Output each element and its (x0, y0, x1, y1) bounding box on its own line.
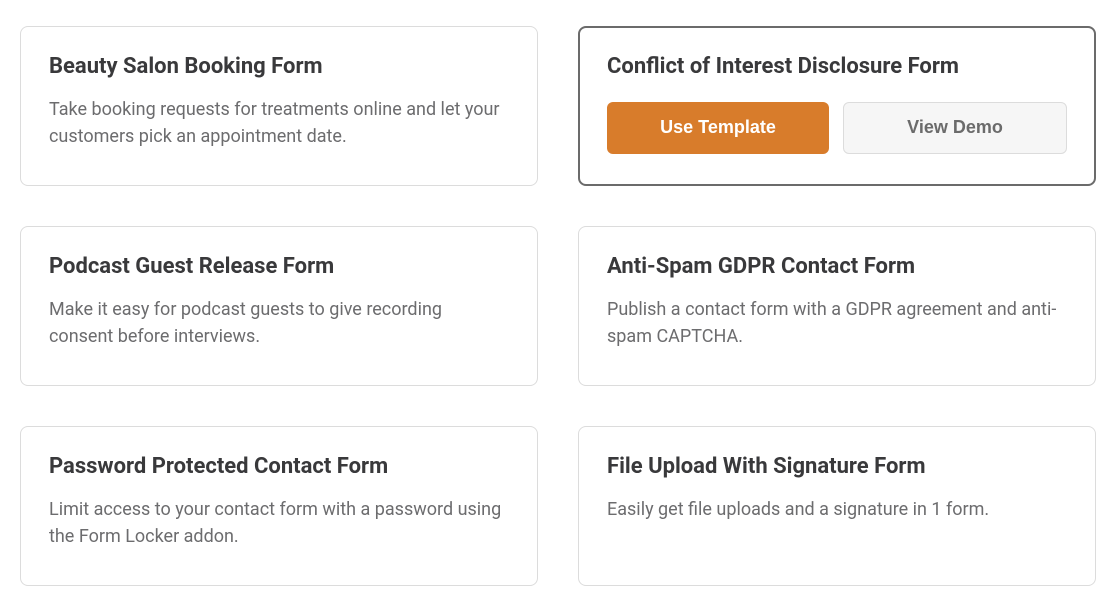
template-grid: Beauty Salon Booking Form Take booking r… (20, 26, 1096, 586)
card-actions: Use Template View Demo (607, 102, 1067, 154)
card-description: Make it easy for podcast guests to give … (49, 296, 509, 350)
card-description: Take booking requests for treatments onl… (49, 96, 509, 150)
view-demo-button[interactable]: View Demo (843, 102, 1067, 154)
card-title: Beauty Salon Booking Form (49, 53, 509, 82)
card-title: Password Protected Contact Form (49, 453, 509, 482)
template-card-password-protected[interactable]: Password Protected Contact Form Limit ac… (20, 426, 538, 586)
template-card-conflict-of-interest[interactable]: Conflict of Interest Disclosure Form Use… (578, 26, 1096, 186)
template-card-podcast-guest[interactable]: Podcast Guest Release Form Make it easy … (20, 226, 538, 386)
card-title: File Upload With Signature Form (607, 453, 1067, 482)
card-description: Limit access to your contact form with a… (49, 496, 509, 550)
template-card-anti-spam-gdpr[interactable]: Anti-Spam GDPR Contact Form Publish a co… (578, 226, 1096, 386)
template-card-file-upload-signature[interactable]: File Upload With Signature Form Easily g… (578, 426, 1096, 586)
card-title: Conflict of Interest Disclosure Form (607, 53, 1067, 82)
card-title: Podcast Guest Release Form (49, 253, 509, 282)
card-description: Publish a contact form with a GDPR agree… (607, 296, 1067, 350)
card-description: Easily get file uploads and a signature … (607, 496, 1067, 523)
template-card-beauty-salon[interactable]: Beauty Salon Booking Form Take booking r… (20, 26, 538, 186)
use-template-button[interactable]: Use Template (607, 102, 829, 154)
card-title: Anti-Spam GDPR Contact Form (607, 253, 1067, 282)
